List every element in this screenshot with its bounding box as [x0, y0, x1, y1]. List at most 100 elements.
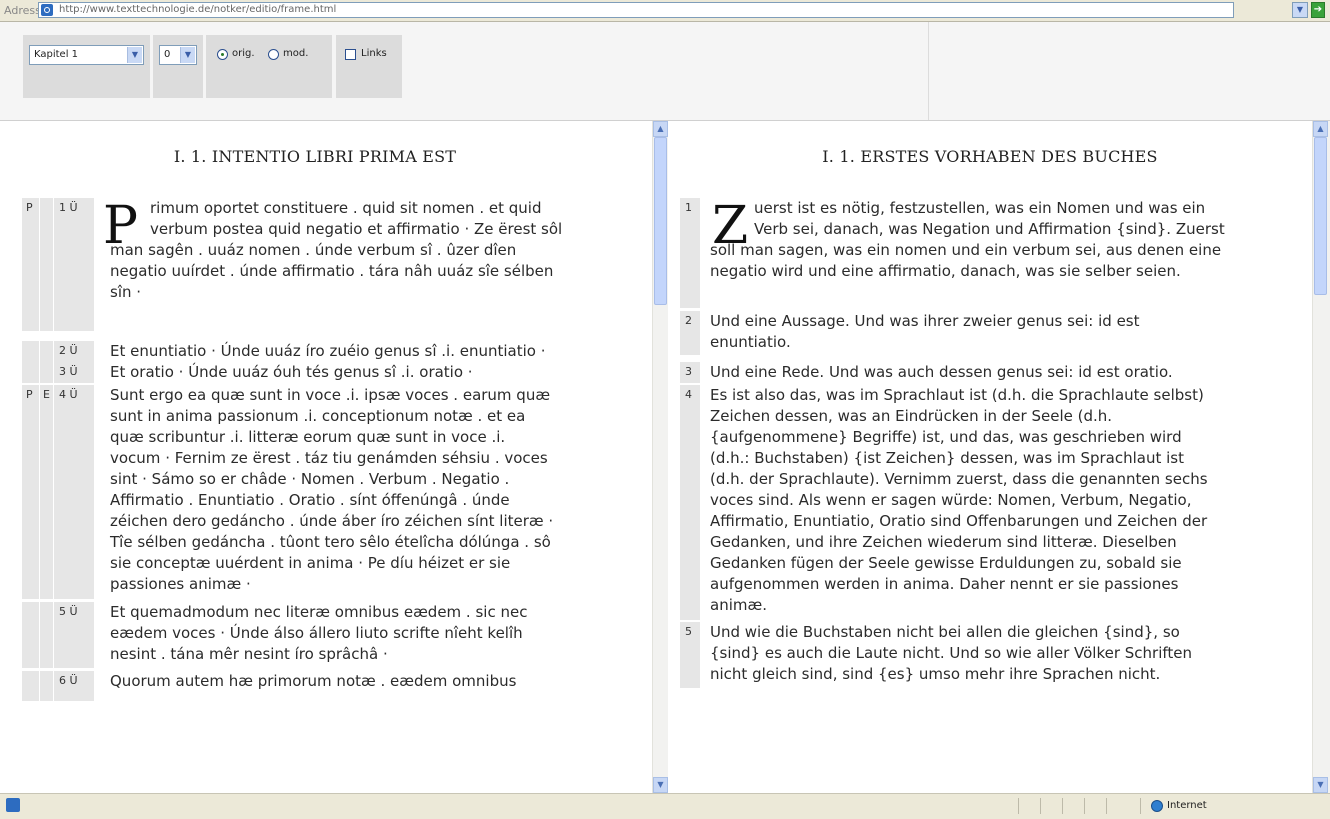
status-divider	[1062, 798, 1063, 814]
latin-line: man sagên . uuáz nomen . únde verbum sî …	[110, 241, 517, 259]
line-number: 5 Ü	[59, 605, 78, 618]
latin-line: Et oratio · Únde uuáz óuh tés genus sî .…	[110, 363, 473, 381]
address-bar: Adresse http://www.texttechnologie.de/no…	[0, 0, 1330, 22]
page-status-icon	[6, 798, 20, 812]
line-number-cell[interactable]: 5 Ü	[54, 602, 94, 668]
latin-line: Quorum autem hæ primorum notæ . eædem om…	[110, 672, 517, 690]
line-number: 1	[685, 201, 692, 214]
scroll-up-button[interactable]: ▲	[1313, 121, 1328, 137]
address-url: http://www.texttechnologie.de/notker/edi…	[59, 4, 337, 15]
chevron-down-icon: ▼	[180, 47, 195, 63]
latin-row: P 1 Ü P rimum oportet constituere . quid…	[0, 198, 630, 331]
latin-pane-scrollbar[interactable]: ▲ ▼	[652, 121, 668, 793]
latin-line: rimum oportet constituere . quid sit nom…	[150, 199, 542, 217]
german-line: Gedanken, und ihre Zeichen wiederum sind…	[710, 533, 1177, 551]
chevron-down-icon: ▼	[1317, 780, 1324, 789]
radio-orig[interactable]	[217, 49, 228, 60]
german-line: Und eine Rede. Und was auch dessen genus…	[710, 363, 1173, 381]
latin-row: 6 Ü Quorum autem hæ primorum notæ . eæde…	[0, 671, 630, 701]
latin-line: sunt in anima passionum .i. conceptionum…	[110, 407, 526, 425]
german-line: (d.h. der Sprachlaute). Vernimm zuerst, …	[710, 470, 1208, 488]
go-button[interactable]: ➔	[1311, 2, 1325, 18]
scroll-up-button[interactable]: ▲	[653, 121, 668, 137]
scroll-down-button[interactable]: ▼	[1313, 777, 1328, 793]
chevron-down-icon: ▼	[1296, 5, 1304, 14]
margin-cell	[22, 602, 39, 668]
line-number-cell[interactable]: 6 Ü	[54, 671, 94, 701]
german-pane-scrollbar[interactable]: ▲ ▼	[1312, 121, 1330, 793]
latin-line: negatio uuírdet . únde affirmatio . tára…	[110, 262, 554, 280]
line-number-cell[interactable]: 5	[680, 622, 700, 688]
number-select-box: 0 ▼	[153, 35, 203, 98]
latin-heading: I. 1. INTENTIO LIBRI PRIMA EST	[173, 147, 457, 166]
radio-mod[interactable]	[268, 49, 279, 60]
chevron-down-icon: ▼	[127, 47, 142, 63]
status-divider	[1106, 798, 1107, 814]
margin-cell	[40, 341, 53, 362]
line-number-cell[interactable]: 3	[680, 362, 700, 383]
german-line: animæ.	[710, 596, 767, 614]
chevron-up-icon: ▲	[1317, 124, 1324, 133]
mode-radio-box: orig. mod.	[206, 35, 332, 98]
links-checkbox[interactable]	[345, 49, 356, 60]
line-number-cell[interactable]: 2	[680, 311, 700, 355]
scroll-thumb[interactable]	[1314, 137, 1327, 295]
line-number-cell[interactable]: 4	[680, 385, 700, 620]
margin-mark-e: E	[43, 388, 50, 401]
status-divider	[1084, 798, 1085, 814]
margin-cell	[40, 671, 53, 701]
latin-line: quæ scribuntur .i. litteræ eorum quæ sun…	[110, 428, 506, 446]
chapter-select-value: Kapitel 1	[34, 49, 79, 60]
german-line: Affirmatio, Enuntiatio, Oratio sind Offe…	[710, 512, 1208, 530]
line-number-cell[interactable]: 1 Ü	[54, 198, 94, 331]
german-line: aufgenommen werden in anima. Daher nennt…	[710, 575, 1179, 593]
margin-cell	[40, 198, 53, 331]
line-number: 3 Ü	[59, 365, 78, 378]
address-input[interactable]: http://www.texttechnologie.de/notker/edi…	[38, 2, 1234, 18]
page-icon	[41, 4, 53, 16]
scroll-thumb[interactable]	[654, 137, 667, 305]
status-divider	[1040, 798, 1041, 814]
latin-line: Affirmatio . Enuntiatio . Oratio . sínt …	[110, 491, 510, 509]
latin-row: 2 Ü Et enuntiatio · Únde uuáz íro zuéio …	[0, 341, 630, 362]
margin-cell: E	[40, 385, 53, 599]
german-line: Und wie die Buchstaben nicht bei allen d…	[710, 623, 1180, 641]
number-select[interactable]: 0 ▼	[159, 45, 197, 65]
german-line: nicht gleich sind, sind {es} umso mehr i…	[710, 665, 1161, 683]
globe-icon	[1151, 800, 1163, 812]
chapter-select[interactable]: Kapitel 1 ▼	[29, 45, 144, 65]
latin-line: sint · Sámo so er châde · Nomen . Verbum…	[110, 470, 510, 488]
margin-cell: P	[22, 385, 39, 599]
scroll-down-button[interactable]: ▼	[653, 777, 668, 793]
german-line: Zeichen dessen, was an Eindrücken in der…	[710, 407, 1113, 425]
german-line: Es ist also das, was im Sprachlaut ist (…	[710, 386, 1204, 404]
latin-line: eædem voces · Únde álso állero liuto scr…	[110, 624, 523, 642]
line-number: 1 Ü	[59, 201, 78, 214]
margin-mark-p: P	[26, 388, 33, 401]
german-line: voces sind. Als wenn er sagen würde: Nom…	[710, 491, 1192, 509]
german-line: Verb sei, danach, was Negation und Affir…	[754, 220, 1225, 238]
line-number-cell[interactable]: 4 Ü	[54, 385, 94, 599]
line-number-cell[interactable]: 2 Ü	[54, 341, 94, 362]
address-dropdown-button[interactable]: ▼	[1292, 2, 1308, 18]
margin-cell	[22, 362, 39, 383]
line-number: 2 Ü	[59, 344, 78, 357]
line-number-cell[interactable]: 3 Ü	[54, 362, 94, 383]
margin-cell: P	[22, 198, 39, 331]
latin-line: verbum postea quid negatio et affirmatio…	[150, 220, 563, 238]
german-line: {sind} es auch die Laute nicht. Und so w…	[710, 644, 1193, 662]
latin-line: sie conceptæ uuérdent in anima · Pe díu …	[110, 554, 511, 572]
number-select-value: 0	[164, 49, 171, 60]
line-number: 4	[685, 388, 692, 401]
arrow-right-icon: ➔	[1313, 4, 1323, 15]
german-line: soll man sagen, was ein nomen und ein ve…	[710, 241, 1222, 259]
german-row: 1 Z uerst ist es nötig, festzustellen, w…	[668, 198, 1312, 308]
line-number: 5	[685, 625, 692, 638]
latin-row: P E 4 Ü Sunt ergo ea quæ sunt in voce .i…	[0, 385, 630, 599]
latin-line: sîn ·	[110, 283, 142, 301]
latin-line: zéichen dero gedáncho . únde áber íro zé…	[110, 512, 554, 530]
latin-line: vocum · Fernim ze ërest . táz tiu genámd…	[110, 449, 548, 467]
latin-row: 3 Ü Et oratio · Únde uuáz óuh tés genus …	[0, 362, 630, 383]
line-number: 3	[685, 365, 692, 378]
line-number-cell[interactable]: 1	[680, 198, 700, 308]
